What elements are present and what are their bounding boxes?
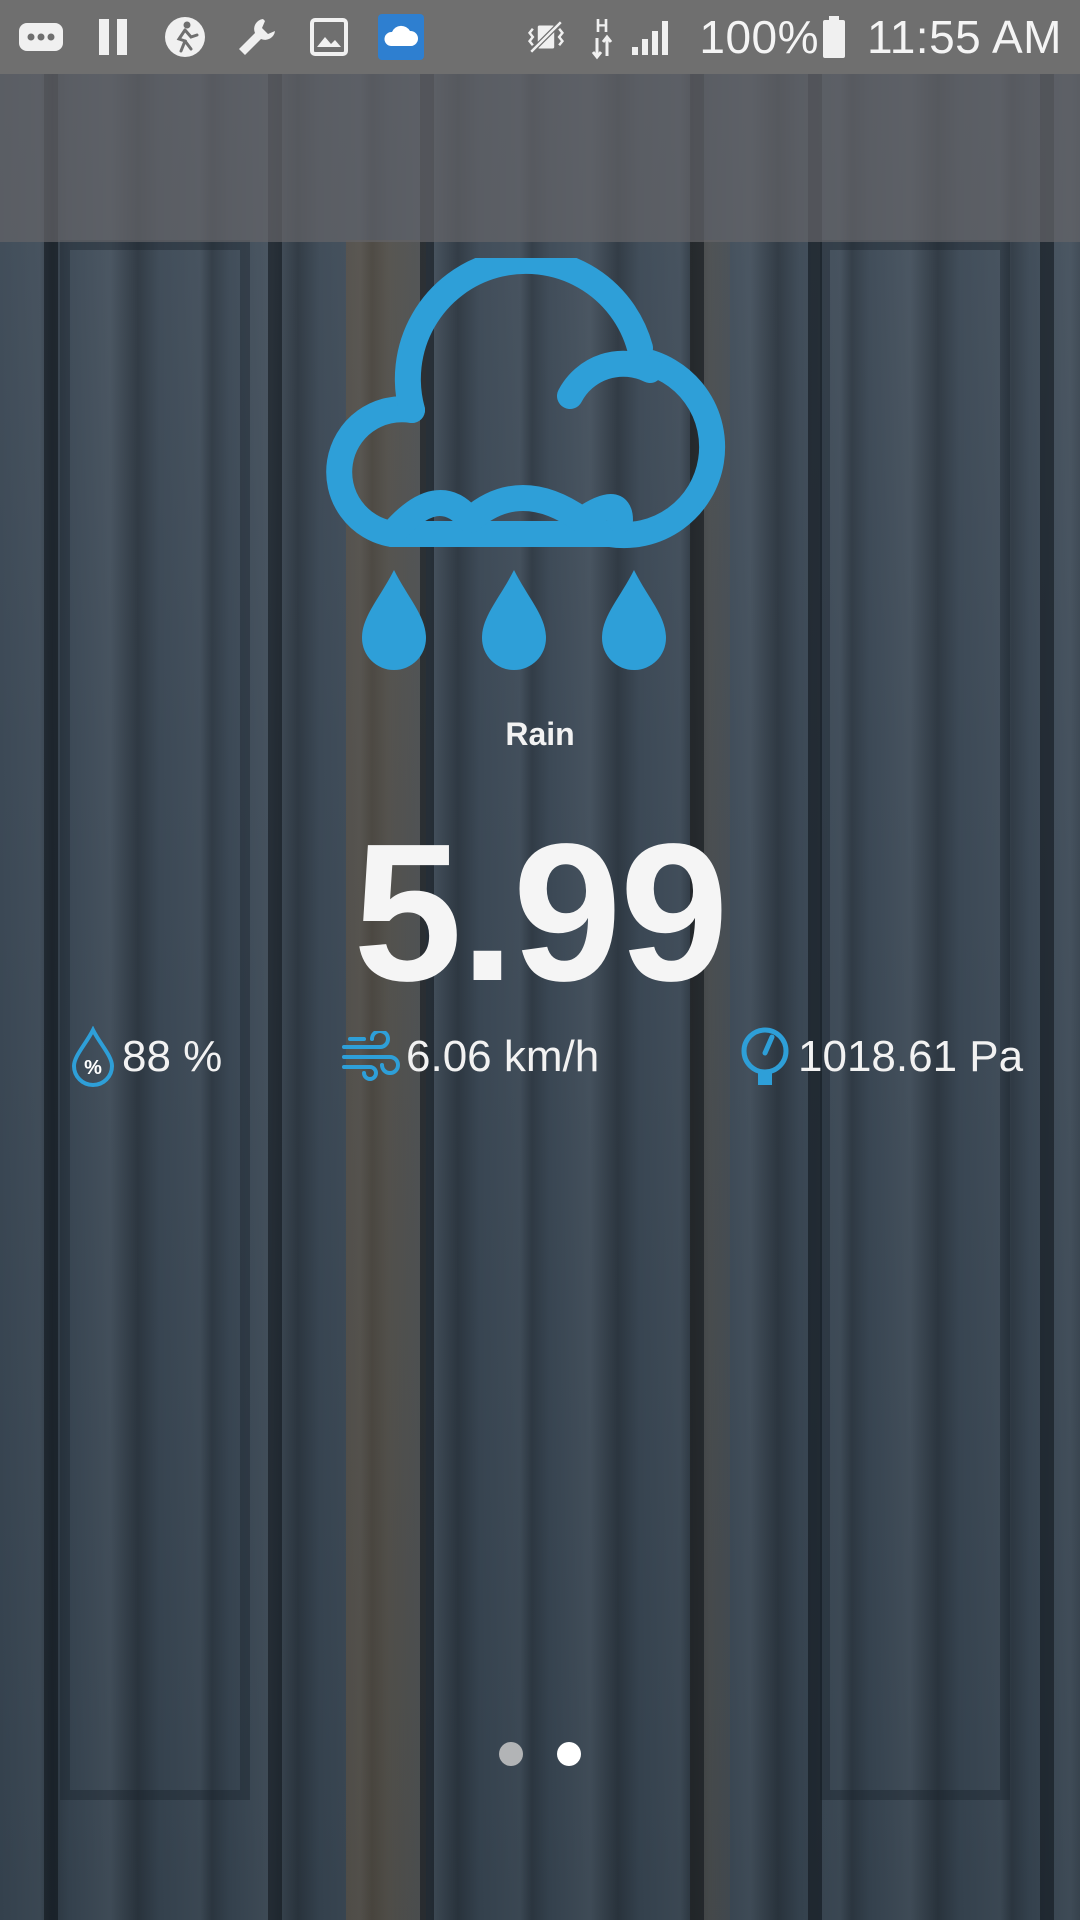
wind-value: 6.06 km/h [406, 1032, 600, 1081]
pressure-value: 1018.61 Pa [798, 1032, 1024, 1081]
image-icon [306, 14, 352, 60]
hspa-icon: H [587, 14, 617, 60]
battery-percent: 100% [699, 11, 820, 63]
status-bar: H 100% 11:55 AM [0, 0, 1080, 74]
weather-screen: H 100% 11:55 AM Rain 5.99 % 88 % 6.06 km… [0, 0, 1080, 1920]
signal-icon [629, 14, 675, 60]
precipitation-value: 5.99 [353, 803, 728, 1022]
more-icon [18, 14, 64, 60]
clock: 11:55 AM [867, 11, 1062, 63]
wind-metric: 6.06 km/h [340, 1024, 599, 1090]
humidity-drop-icon: % [71, 1026, 115, 1087]
vibrate-off-icon [523, 14, 569, 60]
page-indicator[interactable] [0, 1742, 1080, 1766]
svg-text:H: H [596, 16, 609, 36]
pause-icon [90, 14, 136, 60]
pressure-gauge-icon [741, 1027, 789, 1085]
humidity-metric: % 88 % [68, 1024, 222, 1090]
pressure-metric: 1018.61 Pa [736, 1024, 1023, 1090]
wrench-icon [234, 14, 280, 60]
cloud-rain-icon [320, 247, 760, 688]
battery-icon [819, 14, 849, 60]
weather-condition: Rain [505, 716, 575, 752]
humidity-value: 88 % [122, 1032, 223, 1081]
action-bar [0, 74, 1080, 242]
svg-text:%: % [84, 1057, 102, 1079]
wind-icon [342, 1031, 400, 1081]
fitness-icon [162, 14, 208, 60]
weather-app-icon [378, 14, 424, 60]
page-dot-1[interactable] [499, 1742, 523, 1766]
page-dot-2[interactable] [557, 1742, 581, 1766]
